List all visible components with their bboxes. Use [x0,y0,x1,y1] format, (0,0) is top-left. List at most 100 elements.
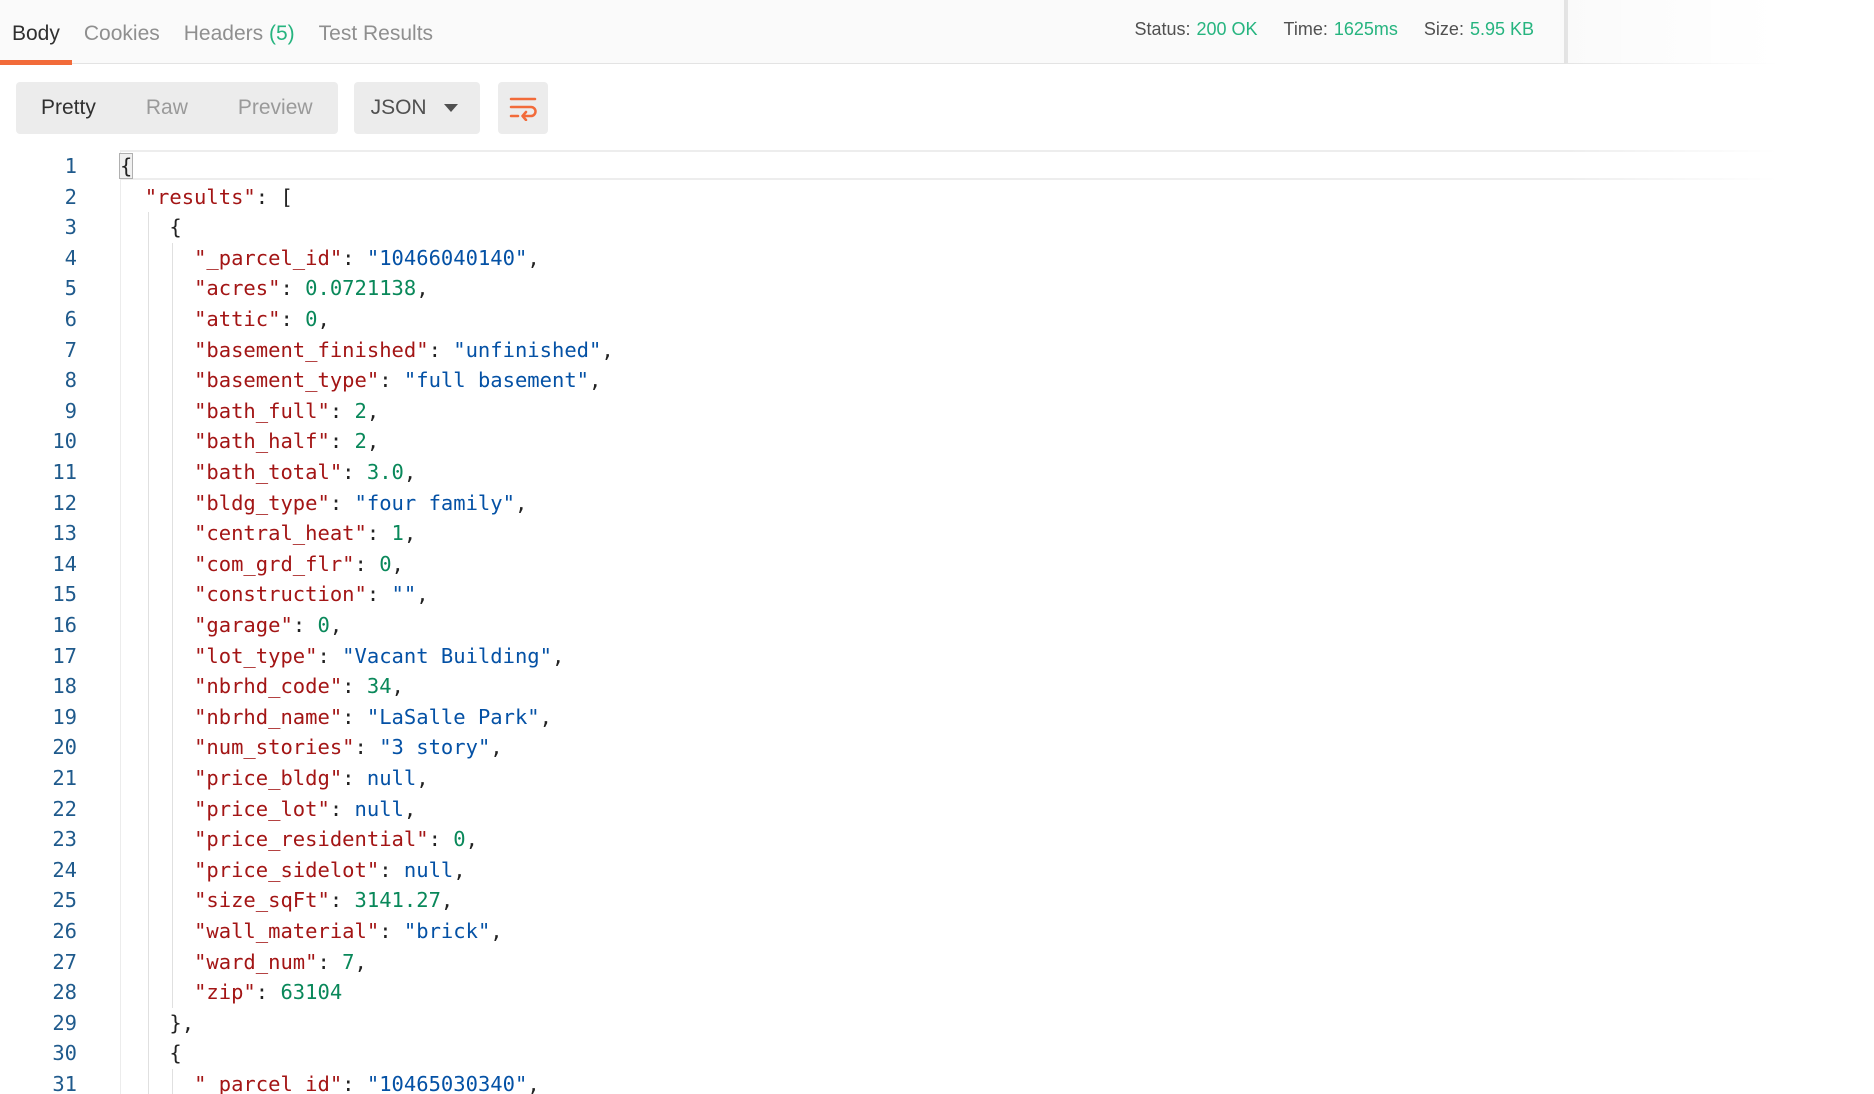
json-number: 0 [453,827,466,852]
json-number: 2 [354,398,367,423]
preview-button[interactable]: Preview [213,82,338,134]
code-text: "zip": 63104 [120,980,342,1004]
line-number: 31 [52,1072,77,1094]
code-line: 11 "bath_total": 3.0, [0,457,416,488]
code-text: "bldg_type": "four family", [120,491,527,515]
json-string: "10466040140" [366,245,528,270]
code-text: "basement_finished": "unfinished", [120,338,614,362]
line-number: 13 [52,521,77,546]
code-text: "garage": 0, [120,613,342,637]
code-text: "central_heat": 1, [120,521,416,545]
json-key: "attic" [194,307,281,331]
pane-divider [1564,0,1568,64]
code-text: "lot_type": "Vacant Building", [120,644,564,668]
format-select[interactable]: JSON [353,82,480,134]
json-key: "nbrhd_code" [194,674,343,699]
json-key: "results" [144,184,256,209]
raw-button[interactable]: Raw [121,82,213,134]
time-info: Time: 1625ms [1284,0,1398,58]
code-line: 16 "garage": 0, [0,610,342,641]
json-string: "LaSalle Park" [366,704,540,729]
json-punctuation: , [354,949,367,974]
line-number: 1 [64,154,77,178]
code-text: "ward_num": 7, [120,950,367,974]
code-text: "_parcel_id": "10466040140", [120,246,540,270]
json-number: 63104 [280,980,343,1005]
code-line: 3 { [0,212,182,243]
response-meta: Status: 200 OK Time: 1625ms Size: 5.95 KB [1134,0,1874,58]
wrap-lines-button[interactable] [497,82,548,134]
json-punctuation: , [514,490,528,515]
current-line-highlight [120,150,1874,180]
json-number: 0.0721138 [305,276,417,301]
tab-body[interactable]: Body [0,0,72,65]
json-punctuation: : [329,429,355,454]
json-punctuation: : [379,368,404,393]
code-line: 10 "bath_half": 2, [0,426,379,457]
line-number: 18 [52,674,77,699]
json-punctuation: : [292,613,318,637]
json-string: "3 story" [379,735,491,760]
json-punctuation: , [453,857,466,882]
json-punctuation: : [366,521,392,546]
line-number: 2 [64,184,77,209]
json-punctuation: , [416,766,429,790]
code-line: 29 }, [0,1008,194,1039]
json-punctuation: : [342,460,367,484]
code-text: "price_bldg": null, [120,766,429,790]
json-punctuation: : [354,735,380,760]
tab-test-results[interactable]: Test Results [307,0,445,64]
code-text: }, [120,1011,194,1035]
json-punctuation: : [255,980,281,1005]
json-key: "garage" [194,613,293,637]
json-key: "price_bldg" [194,766,343,790]
json-key: "wall_material" [194,919,380,943]
code-text: "_parcel_id": "10465030340", [120,1072,540,1094]
line-number: 30 [52,1041,77,1066]
json-key: "_parcel_id" [194,245,343,270]
tab-headers-label: Headers [183,22,264,45]
json-key: "nbrhd_name" [194,704,343,729]
line-number: 23 [52,827,77,852]
json-punctuation: { [118,153,134,179]
code-line: 24 "price_sidelot": null, [0,855,466,886]
json-punctuation: : [342,245,367,270]
code-text: "com_grd_flr": 0, [120,552,404,576]
time-label: Time: [1283,19,1328,39]
json-punctuation: : [329,888,355,913]
json-key: "price_residential" [194,827,429,852]
json-punctuation: , [366,429,380,454]
code-line: 26 "wall_material": "brick", [0,916,502,947]
line-number: 14 [52,551,77,576]
status-label: Status: [1134,19,1191,39]
json-punctuation: , [416,582,429,607]
code-text: "bath_half": 2, [120,429,379,453]
response-tabs: Body Cookies Headers (5) Test Results [0,0,445,65]
json-number: 3.0 [366,460,404,484]
code-line: 20 "num_stories": "3 story", [0,732,502,763]
response-body-editor[interactable]: 1{2 "results": [3 {4 "_parcel_id": "1046… [0,150,1874,1094]
line-number: 3 [64,215,77,240]
tab-cookies[interactable]: Cookies [72,0,172,64]
code-line: 1{ [0,151,134,182]
code-text: { [120,1041,181,1065]
code-line: 19 "nbrhd_name": "LaSalle Park", [0,702,552,733]
json-null: null [366,766,417,790]
tab-test-results-label: Test Results [318,22,434,45]
json-punctuation: , [403,460,417,484]
json-null: null [403,857,454,882]
code-text: "bath_full": 2, [120,399,379,423]
json-punctuation: , [317,307,330,331]
line-number: 29 [52,1010,77,1035]
code-line: 18 "nbrhd_code": 34, [0,671,404,702]
line-number: 22 [52,796,77,821]
tab-headers[interactable]: Headers (5) [172,0,307,64]
json-key: "price_sidelot" [194,857,380,882]
code-text: "attic": 0, [120,307,330,331]
json-punctuation: : [342,766,367,790]
code-text: { [118,153,134,179]
code-line: 8 "basement_type": "full basement", [0,365,602,396]
json-punctuation: : [379,919,404,943]
pretty-button[interactable]: Pretty [16,82,121,134]
code-line: 13 "central_heat": 1, [0,518,416,549]
